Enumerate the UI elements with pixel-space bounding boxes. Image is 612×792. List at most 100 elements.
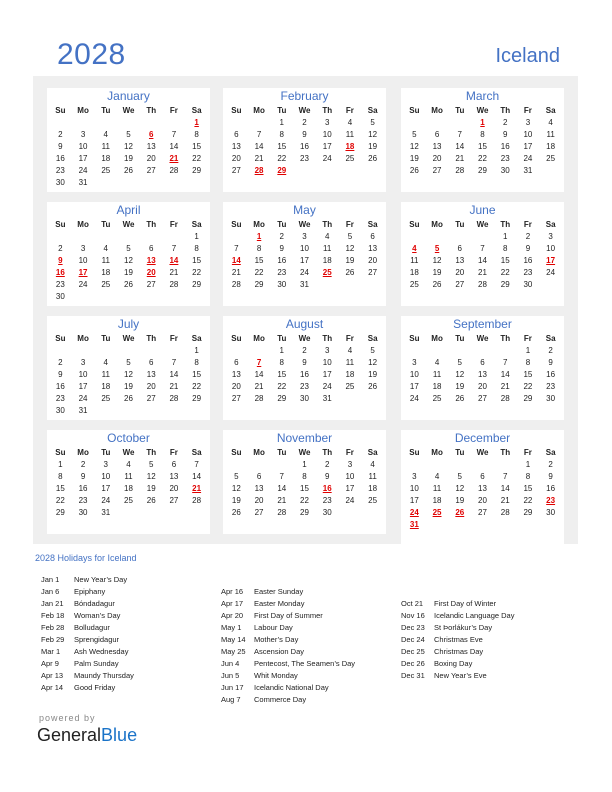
day-cell: 29: [277, 394, 287, 403]
day-cell: 17: [300, 256, 309, 265]
day-cell: 18: [368, 484, 378, 493]
day-cell: 8: [525, 358, 531, 367]
empty-cell: [49, 231, 72, 243]
day-cell: 26: [409, 166, 419, 175]
day-cell: 2: [324, 460, 330, 469]
weekday-header: Mo: [77, 334, 89, 343]
day-cell: 22: [277, 382, 287, 391]
day-cell: 9: [279, 244, 284, 253]
empty-cell: [163, 231, 186, 243]
day-cell: 31: [78, 406, 88, 415]
day-cell: 12: [432, 256, 442, 265]
day-cell: 15: [277, 142, 287, 151]
day-cell: 3: [80, 130, 86, 139]
weekday-header: We: [476, 106, 489, 115]
weekday-header: Mo: [77, 220, 89, 229]
day-cell: 23: [55, 166, 65, 175]
day-cell: 5: [412, 130, 417, 139]
day-cell: 13: [231, 370, 241, 379]
weekday-header: Mo: [253, 448, 265, 457]
empty-cell: [140, 231, 163, 243]
day-cell: 18: [101, 268, 111, 277]
day-cell: 18: [101, 154, 111, 163]
day-cell: 21: [169, 382, 179, 391]
day-cell: 1: [279, 346, 284, 355]
day-cell: 1: [279, 118, 284, 127]
holiday-day: 5: [434, 244, 440, 253]
day-cell: 19: [409, 154, 419, 163]
day-cell: 26: [345, 268, 355, 277]
empty-cell: [426, 117, 449, 129]
day-cell: 27: [231, 394, 241, 403]
month-grid: Su Mo Tu We Th Fr Sa 1 2 3 4 5 6 7 8 9 10 11 12 13 14 15 16 17 1…: [47, 104, 210, 189]
day-cell: 26: [146, 496, 156, 505]
month-grid: Su Mo Tu We Th Fr Sa 1 2 3 4 5 6 7 8 9 10 11 12 13 14 15 16 17 1…: [401, 446, 564, 531]
weekday-header: Th: [322, 220, 333, 229]
day-cell: 12: [409, 142, 419, 151]
month-grid: Su Mo Tu We Th Fr Sa 1 2 3 4 5 6 7 8 9 10 11 12 13 14 15 16 17 1…: [401, 104, 564, 177]
day-cell: 4: [434, 472, 440, 481]
day-cell: 1: [302, 460, 307, 469]
day-cell: 30: [55, 292, 65, 301]
day-cell: 27: [169, 496, 179, 505]
day-cell: 16: [523, 256, 533, 265]
day-cell: 11: [124, 472, 133, 481]
weekday-header: Mo: [431, 334, 443, 343]
empty-cell: [270, 459, 293, 471]
holiday-name: Sprengidagur: [74, 635, 120, 644]
day-cell: 25: [101, 280, 111, 289]
day-cell: 23: [300, 154, 309, 163]
day-cell: 7: [171, 244, 177, 253]
empty-cell: [94, 231, 117, 243]
day-cell: 11: [546, 130, 555, 139]
weekday-header: Th: [500, 448, 511, 457]
day-cell: 20: [146, 382, 156, 391]
empty-cell: [403, 345, 426, 357]
brand-general: General: [37, 725, 102, 745]
day-cell: 24: [322, 154, 332, 163]
day-cell: 12: [146, 472, 156, 481]
day-cell: 26: [124, 394, 133, 403]
weekday-header: Fr: [169, 220, 178, 229]
day-cell: 16: [55, 382, 65, 391]
day-cell: 25: [124, 496, 133, 505]
weekday-header: Mo: [77, 106, 89, 115]
day-cell: 3: [302, 232, 307, 241]
day-cell: 9: [302, 130, 307, 139]
holiday-row: Aug 7 Commerce Day: [221, 694, 355, 706]
day-cell: 15: [277, 370, 287, 379]
day-cell: 27: [146, 166, 156, 175]
day-cell: 26: [368, 154, 378, 163]
day-cell: 15: [300, 484, 309, 493]
day-cell: 29: [523, 394, 533, 403]
day-cell: 8: [256, 244, 262, 253]
day-cell: 30: [500, 166, 510, 175]
holiday-name: Good Friday: [74, 683, 116, 692]
day-cell: 21: [500, 496, 510, 505]
generalblue-logo[interactable]: GeneralBlue: [37, 725, 137, 746]
empty-cell: [117, 345, 140, 357]
month-name: July: [117, 317, 140, 331]
day-cell: 2: [302, 346, 307, 355]
day-cell: 27: [368, 268, 378, 277]
day-cell: 13: [478, 484, 487, 493]
weekday-header: Mo: [431, 448, 443, 457]
day-cell: 16: [546, 370, 556, 379]
holiday-row: Feb 18 Woman’s Day: [41, 610, 134, 622]
day-cell: 15: [500, 256, 510, 265]
holiday-date: May 1: [221, 623, 242, 632]
day-cell: 14: [254, 142, 264, 151]
holiday-name: First Day of Summer: [254, 611, 323, 620]
month-september: September Su Mo Tu We Th Fr Sa 1 2 3 4 5 6 7 8 9 10 11 12 13…: [401, 316, 564, 420]
day-cell: 28: [500, 394, 510, 403]
day-cell: 17: [322, 370, 332, 379]
day-cell: 2: [80, 460, 86, 469]
empty-cell: [94, 345, 117, 357]
day-cell: 15: [523, 370, 533, 379]
day-cell: 3: [324, 346, 330, 355]
day-cell: 30: [523, 280, 533, 289]
weekday-header: Sa: [545, 220, 556, 229]
month-name: August: [285, 317, 324, 331]
day-cell: 2: [548, 460, 553, 469]
day-cell: 9: [58, 142, 63, 151]
